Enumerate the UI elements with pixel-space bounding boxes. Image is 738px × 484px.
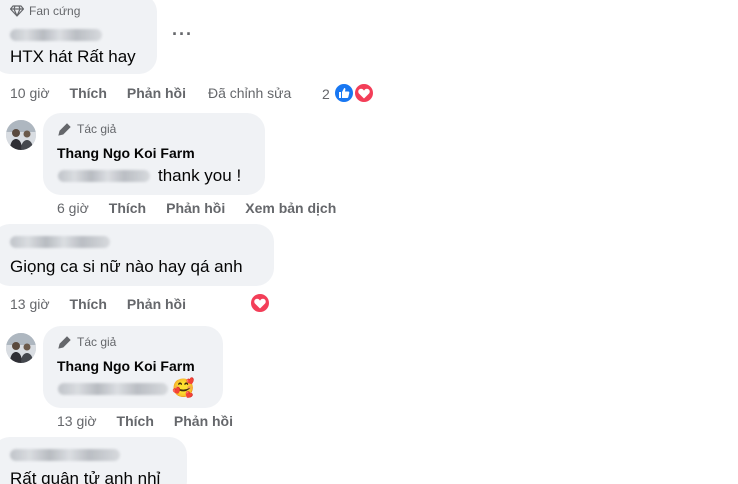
badge-label: Tác giả <box>77 122 117 136</box>
like-button[interactable]: Thích <box>70 296 107 312</box>
author-name[interactable]: Thang Ngo Koi Farm <box>57 145 195 161</box>
like-button[interactable]: Thích <box>70 85 107 101</box>
love-icon[interactable] <box>353 82 375 104</box>
comment-time[interactable]: 6 giờ <box>57 200 89 216</box>
blurred-author-name <box>10 29 102 41</box>
reply-button[interactable]: Phản hồi <box>127 296 186 312</box>
author-name[interactable]: Thang Ngo Koi Farm <box>57 358 195 374</box>
blurred-author-name <box>10 236 110 248</box>
reply-button[interactable]: Phản hồi <box>127 85 186 101</box>
blurred-author-name <box>10 449 120 461</box>
comment-text: thank you ! <box>158 166 242 185</box>
comment-time[interactable]: 10 giờ <box>10 85 50 101</box>
blurred-text <box>58 383 168 395</box>
comment-actions: 13 giờ Thích Phản hồi <box>10 296 206 312</box>
comment-text: HTX hát Rất hay <box>10 47 136 66</box>
reply-button[interactable]: Phản hồi <box>166 200 225 216</box>
pencil-icon <box>58 335 72 349</box>
comment-time[interactable]: 13 giờ <box>10 296 50 312</box>
reaction-count[interactable]: 2 <box>322 86 330 102</box>
edited-label: Đã chỉnh sửa <box>208 85 292 101</box>
blurred-text <box>58 170 150 182</box>
like-icon[interactable] <box>333 82 355 104</box>
author-badge: Tác giả <box>58 335 116 349</box>
author-badge: Tác giả <box>58 122 116 136</box>
comment-actions: 13 giờ Thích Phản hồi <box>57 413 253 429</box>
diamond-icon <box>10 5 24 17</box>
comment-actions: 6 giờ Thích Phản hồi Xem bản dịch <box>57 200 356 216</box>
like-button[interactable]: Thích <box>117 413 154 429</box>
see-translation-button[interactable]: Xem bản dịch <box>245 200 336 216</box>
comment-text: Giọng ca si nữ nào hay qá anh <box>10 257 243 276</box>
comment-text: Rất quân tử anh nhỉ <box>10 469 161 484</box>
badge-label: Tác giả <box>77 335 117 349</box>
comment-actions: 10 giờ Thích Phản hồi Đã chỉnh sửa <box>10 85 291 101</box>
avatar[interactable] <box>6 333 36 363</box>
more-options-button[interactable]: ··· <box>172 24 193 45</box>
fan-badge: Fan cứng <box>10 4 80 18</box>
emoji-smiling-hearts: 🥰 <box>172 378 195 398</box>
pencil-icon <box>58 122 72 136</box>
reply-button[interactable]: Phản hồi <box>174 413 233 429</box>
comment-time[interactable]: 13 giờ <box>57 413 97 429</box>
avatar[interactable] <box>6 120 36 150</box>
badge-label: Fan cứng <box>29 4 81 18</box>
love-icon[interactable] <box>249 292 271 314</box>
like-button[interactable]: Thích <box>109 200 146 216</box>
